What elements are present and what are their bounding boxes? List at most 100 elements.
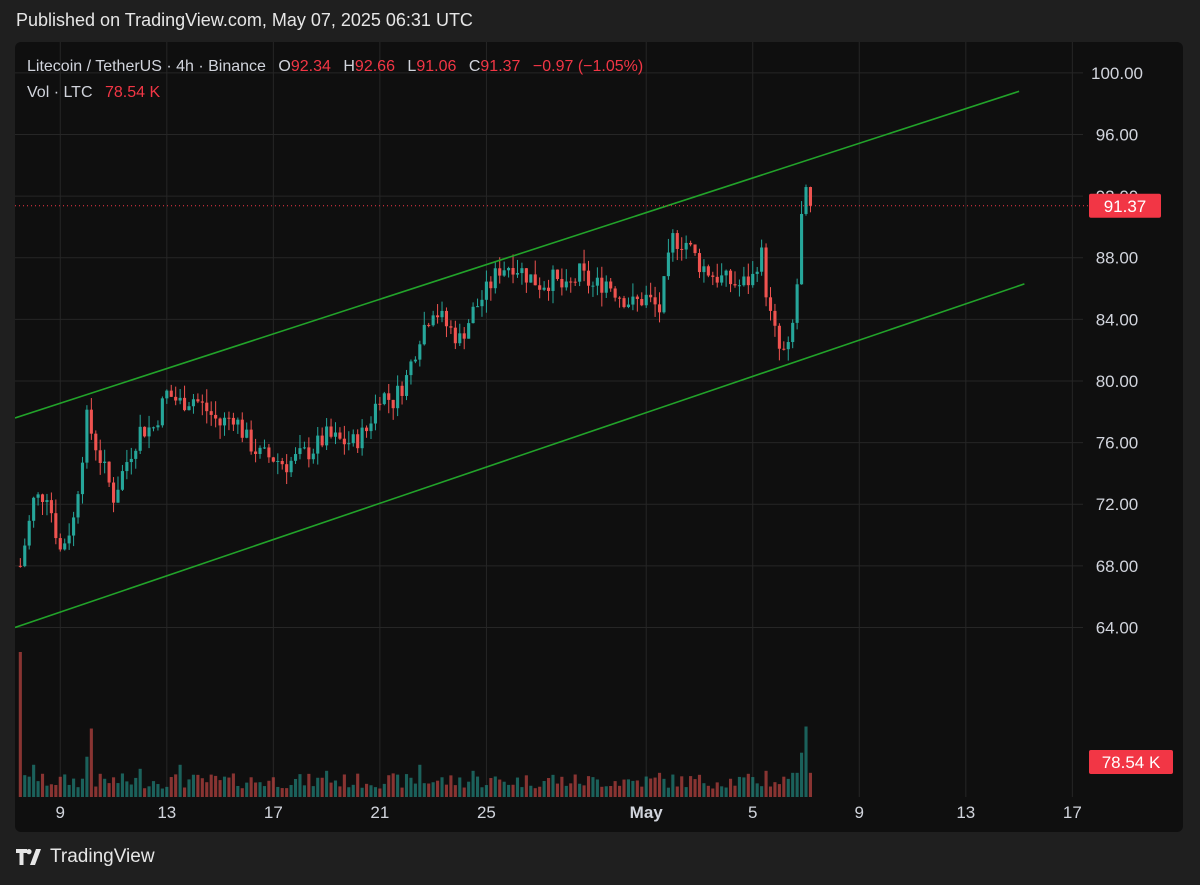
candle-body xyxy=(391,399,395,409)
volume-bar xyxy=(143,788,147,797)
symbol-title[interactable]: Litecoin / TetherUS · 4h · Binance xyxy=(27,58,266,75)
candle-body xyxy=(333,432,338,437)
volume-bar xyxy=(156,784,160,797)
volume-bar xyxy=(373,787,377,797)
volume-bar xyxy=(782,776,786,797)
volume-bar xyxy=(511,784,515,797)
candle-body xyxy=(209,411,213,415)
volume-bar xyxy=(595,779,599,797)
chart-panel[interactable]: 64.0068.0072.0076.0080.0084.0088.0092.00… xyxy=(15,42,1183,832)
volume-bar xyxy=(622,779,626,797)
volume-bar xyxy=(151,781,156,797)
candle-body xyxy=(467,323,471,339)
close-label: C xyxy=(468,58,481,75)
volume-bar xyxy=(728,778,733,797)
y-tick-label: 68.00 xyxy=(1096,557,1139,576)
candle-body xyxy=(609,281,613,289)
candle-body xyxy=(85,409,89,463)
candle-body xyxy=(271,457,275,462)
candle-body xyxy=(662,276,666,313)
volume-bar xyxy=(529,785,533,797)
volume-bar xyxy=(808,772,813,797)
volume-bar xyxy=(427,783,431,797)
volume-bar xyxy=(609,786,613,797)
candle-body xyxy=(89,409,93,434)
volume-bar xyxy=(311,786,315,797)
candle-body xyxy=(107,461,111,483)
candle-body xyxy=(791,322,795,343)
candle-body xyxy=(578,263,582,282)
candlestick-chart[interactable]: 64.0068.0072.0076.0080.0084.0088.0092.00… xyxy=(15,42,1183,832)
y-tick-label: 72.00 xyxy=(1096,495,1139,514)
candle-body xyxy=(436,315,440,318)
candle-body xyxy=(462,333,466,339)
candle-body xyxy=(258,447,262,455)
x-tick-label: 9 xyxy=(855,803,864,822)
candle-body xyxy=(169,390,173,397)
volume-bar xyxy=(746,773,750,797)
candle-body xyxy=(254,451,258,455)
volume-bar xyxy=(582,785,586,797)
candle-body xyxy=(116,489,120,503)
volume-bar xyxy=(258,782,262,797)
candle-body xyxy=(280,461,284,465)
volume-bar xyxy=(569,783,573,797)
candle-body xyxy=(444,310,449,327)
change-value: −0.97 (−1.05%) xyxy=(532,58,644,75)
candle-body xyxy=(440,310,444,318)
x-tick-label: May xyxy=(630,803,664,822)
volume-bar xyxy=(768,786,773,797)
volume-bar xyxy=(342,774,346,797)
candle-body xyxy=(32,497,36,521)
volume-bar xyxy=(649,778,653,797)
volume-bar xyxy=(635,780,639,797)
candle-body xyxy=(311,453,315,460)
candle-body xyxy=(453,327,457,344)
volume-bar xyxy=(618,785,622,797)
candle-body xyxy=(382,393,386,405)
candle-body xyxy=(165,390,169,399)
volume-bar xyxy=(120,773,124,797)
candle-body xyxy=(635,296,639,300)
candle-body xyxy=(475,306,480,308)
candle-body xyxy=(18,565,22,567)
volume-bar xyxy=(316,777,320,797)
candle-body xyxy=(706,266,710,276)
volume-bar xyxy=(440,777,444,797)
y-tick-label: 96.00 xyxy=(1096,125,1139,144)
candle-body xyxy=(98,450,102,463)
volume-bar xyxy=(458,777,462,797)
candle-body xyxy=(760,247,764,272)
candle-body xyxy=(768,297,773,311)
candle-body xyxy=(40,494,45,502)
volume-bar xyxy=(413,783,417,797)
candle-body xyxy=(143,426,147,437)
volume-bar xyxy=(591,777,595,797)
candle-body xyxy=(218,418,222,426)
volume-bar xyxy=(671,774,675,797)
x-tick-label: 9 xyxy=(56,803,65,822)
candle-body xyxy=(604,281,608,293)
candle-body xyxy=(720,275,724,283)
volume-bar xyxy=(174,774,178,797)
candle-body xyxy=(666,252,670,277)
volume-bar xyxy=(693,779,697,797)
volume-bar xyxy=(697,774,702,797)
volume-bar xyxy=(573,774,577,797)
footer-brand[interactable]: TradingView xyxy=(16,846,155,868)
candle-body xyxy=(493,268,497,289)
candle-body xyxy=(533,274,537,286)
volume-bar xyxy=(302,785,306,797)
candle-body xyxy=(129,458,133,463)
volume-bar xyxy=(453,785,457,797)
candle-body xyxy=(671,233,675,253)
candle-body xyxy=(418,344,422,360)
volume-bar xyxy=(524,775,528,797)
volume-bar xyxy=(555,783,559,797)
volume-label[interactable]: Vol · LTC xyxy=(27,84,93,101)
candle-body xyxy=(773,310,777,326)
candle-body xyxy=(356,434,360,449)
volume-bar xyxy=(644,776,648,797)
volume-bar xyxy=(462,787,466,797)
y-tick-label: 100.00 xyxy=(1091,64,1143,83)
